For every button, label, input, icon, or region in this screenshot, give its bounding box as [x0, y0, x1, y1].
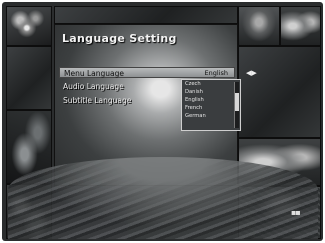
language-dropdown-list[interactable]: Czech Danish English French German — [181, 79, 241, 131]
earth-image — [8, 157, 318, 239]
background-tile — [6, 6, 52, 46]
background-tile — [238, 6, 280, 46]
background-tile — [6, 46, 52, 110]
menu-language-label: Menu Language — [64, 69, 124, 78]
audio-language-label: Audio Language — [63, 82, 124, 91]
tv-screen: Language Setting Menu Language English A… — [2, 2, 323, 241]
brand-logo-icon: ▪▪ — [291, 208, 301, 217]
background-tile — [280, 6, 321, 46]
menu-language-value: English — [204, 69, 228, 77]
scrollbar-thumb[interactable] — [235, 93, 239, 111]
dropdown-option[interactable]: Danish — [182, 88, 240, 96]
subtitle-language-label: Subtitle Language — [63, 96, 132, 105]
dropdown-option[interactable]: German — [182, 112, 240, 120]
dropdown-option[interactable]: English — [182, 96, 240, 104]
dropdown-scrollbar[interactable] — [234, 82, 239, 128]
menu-language-row[interactable]: Menu Language English — [59, 67, 235, 78]
background-tile — [54, 6, 238, 24]
dropdown-option[interactable]: French — [182, 104, 240, 112]
background-tile — [238, 46, 321, 138]
arrow-indicator-icon: ◀▶ — [246, 69, 257, 77]
page-title: Language Setting — [62, 32, 177, 45]
dropdown-option[interactable]: Czech — [182, 80, 240, 88]
